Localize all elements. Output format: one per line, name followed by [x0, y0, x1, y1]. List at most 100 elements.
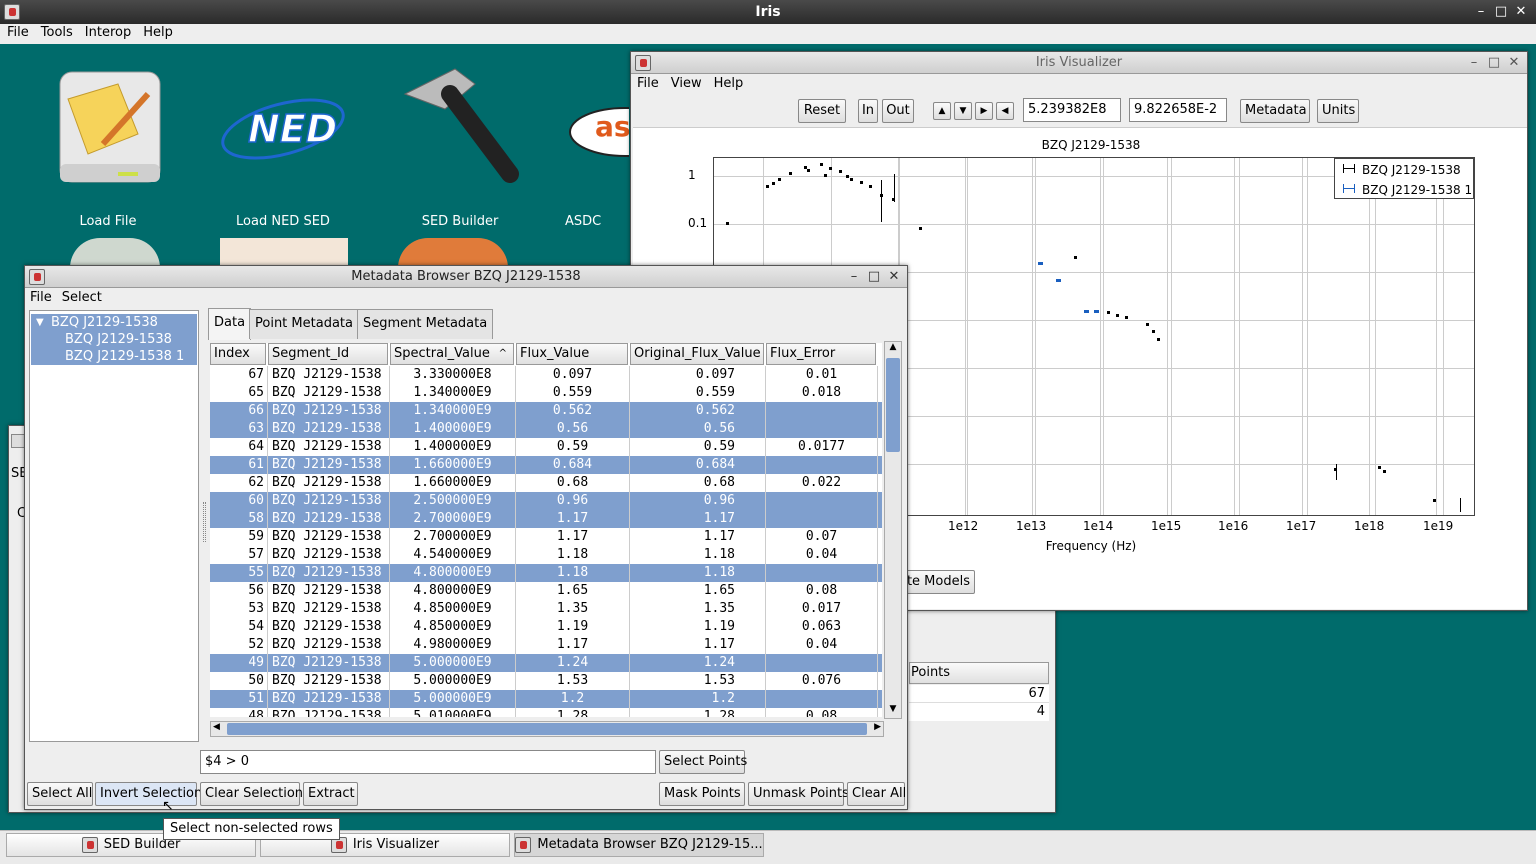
magnifier-icon[interactable]: [70, 238, 160, 268]
scroll-down-icon[interactable]: ▼: [885, 704, 901, 718]
minimize-icon[interactable]: –: [847, 269, 861, 284]
pan-down-button[interactable]: ▼: [954, 102, 972, 120]
table-row[interactable]: 52 BZQ J2129-1538 4.980000E9 1.17 1.17 0.04: [210, 636, 882, 654]
select-all-button[interactable]: Select All: [27, 782, 93, 806]
grid-line: [1234, 158, 1235, 515]
mb-menu-file[interactable]: File: [30, 290, 52, 305]
y-coordinate-field[interactable]: 9.822658E-2: [1129, 98, 1227, 122]
data-point: [829, 167, 832, 170]
vis-menu-file[interactable]: File: [637, 76, 659, 91]
tab-segment-metadata[interactable]: Segment Metadata: [357, 309, 494, 339]
tab-point-metadata[interactable]: Point Metadata: [249, 309, 359, 339]
vertical-scrollbar[interactable]: ▲ ▼: [884, 341, 902, 719]
table-row[interactable]: 51 BZQ J2129-1538 5.000000E9 1.2 1.2: [210, 690, 882, 708]
mask-points-button[interactable]: Mask Points: [659, 782, 745, 806]
table-row[interactable]: 54 BZQ J2129-1538 4.850000E9 1.19 1.19 0.063: [210, 618, 882, 636]
select-points-button[interactable]: Select Points: [659, 750, 747, 774]
mb-menu-select[interactable]: Select: [62, 290, 102, 305]
pan-left-button[interactable]: ◀: [996, 102, 1014, 120]
table-row[interactable]: 63 BZQ J2129-1538 1.400000E9 0.56 0.56: [210, 420, 882, 438]
table-cell-flux: 0.559: [516, 384, 630, 402]
tab-data[interactable]: Data: [208, 308, 252, 340]
scroll-right-icon[interactable]: ▶: [874, 722, 881, 732]
points-column-header[interactable]: Points: [909, 662, 1049, 684]
invert-selection-button[interactable]: Invert Selection: [95, 782, 202, 806]
table-row[interactable]: 60 BZQ J2129-1538 2.500000E9 0.96 0.96: [210, 492, 882, 510]
col-header-spectral-value[interactable]: Spectral_Value ^: [390, 343, 514, 365]
vertical-scroll-thumb[interactable]: [886, 358, 900, 452]
table-row[interactable]: 49 BZQ J2129-1538 5.000000E9 1.24 1.24: [210, 654, 882, 672]
table-cell-flux: 0.562: [516, 402, 630, 420]
table-row[interactable]: 67 BZQ J2129-1538 3.330000E8 0.097 0.097 0.01: [210, 366, 882, 384]
models-button[interactable]: te Models: [901, 570, 975, 594]
horizontal-scroll-thumb[interactable]: [227, 723, 867, 735]
close-icon[interactable]: ✕: [1514, 4, 1528, 19]
load-file-label: Load File: [79, 214, 137, 229]
close-icon[interactable]: ✕: [887, 269, 901, 284]
unmask-points-button[interactable]: Unmask Points: [748, 782, 849, 806]
filter-expression-input[interactable]: $4 > 0: [200, 750, 656, 774]
minimize-icon[interactable]: –: [1474, 4, 1488, 19]
table-row[interactable]: 50 BZQ J2129-1538 5.000000E9 1.53 1.53 0.076: [210, 672, 882, 690]
lifebuoy-icon[interactable]: [398, 238, 508, 268]
pan-right-button[interactable]: ▶: [975, 102, 993, 120]
col-header-flux-error[interactable]: Flux_Error: [766, 343, 876, 365]
col-header-original-flux[interactable]: Original_Flux_Value: [630, 343, 764, 365]
table-row[interactable]: 66 BZQ J2129-1538 1.340000E9 0.562 0.562: [210, 402, 882, 420]
split-pane-divider[interactable]: [203, 502, 206, 542]
load-ned-shortcut[interactable]: NED Load NED SED: [218, 64, 348, 234]
maximize-icon[interactable]: □: [1487, 55, 1501, 70]
menu-help[interactable]: Help: [143, 25, 173, 44]
table-row[interactable]: 61 BZQ J2129-1538 1.660000E9 0.684 0.684: [210, 456, 882, 474]
image-shortcut-icon[interactable]: [220, 238, 348, 268]
col-header-index[interactable]: Index: [210, 343, 266, 365]
maximize-icon[interactable]: □: [867, 269, 881, 284]
table-row[interactable]: 48 BZQ J2129-1538 5.010000E9 1.28 1.28 0.08: [210, 708, 882, 717]
table-row[interactable]: 62 BZQ J2129-1538 1.660000E9 0.68 0.68 0.022: [210, 474, 882, 492]
menu-tools[interactable]: Tools: [41, 25, 73, 44]
zoom-in-button[interactable]: In: [858, 99, 878, 123]
table-row[interactable]: 58 BZQ J2129-1538 2.700000E9 1.17 1.17: [210, 510, 882, 528]
table-row[interactable]: 56 BZQ J2129-1538 4.800000E9 1.65 1.65 0.08: [210, 582, 882, 600]
data-point: [869, 185, 872, 188]
close-icon[interactable]: ✕: [1507, 55, 1521, 70]
grid-line: [1436, 158, 1437, 515]
sed-builder-shortcut[interactable]: SED Builder: [395, 64, 525, 234]
table-row[interactable]: 53 BZQ J2129-1538 4.850000E9 1.35 1.35 0.017: [210, 600, 882, 618]
legend-entry-2: BZQ J2129-1538 1: [1362, 183, 1473, 197]
load-file-shortcut[interactable]: Load File: [48, 64, 168, 234]
col-header-segment-id[interactable]: Segment_Id: [268, 343, 388, 365]
extract-button[interactable]: Extract: [303, 782, 358, 806]
scroll-left-icon[interactable]: ◀: [213, 722, 220, 732]
horizontal-scrollbar[interactable]: ◀ ▶: [210, 721, 884, 737]
table-row[interactable]: 57 BZQ J2129-1538 4.540000E9 1.18 1.18 0.04: [210, 546, 882, 564]
metadata-button[interactable]: Metadata: [1240, 99, 1310, 123]
reset-button[interactable]: Reset: [798, 99, 846, 123]
units-button[interactable]: Units: [1317, 99, 1359, 123]
menu-file[interactable]: File: [7, 25, 29, 44]
clear-selection-button[interactable]: Clear Selection: [200, 782, 303, 806]
table-row[interactable]: 59 BZQ J2129-1538 2.700000E9 1.17 1.17 0.07: [210, 528, 882, 546]
vis-menu-help[interactable]: Help: [714, 76, 744, 91]
x-coordinate-field[interactable]: 5.239382E8: [1023, 98, 1121, 122]
minimize-icon[interactable]: –: [1467, 55, 1481, 70]
tree-child-2[interactable]: BZQ J2129-1538 1: [31, 348, 197, 365]
asdc-shortcut[interactable]: as ASDC: [565, 64, 629, 234]
table-row[interactable]: 65 BZQ J2129-1538 1.340000E9 0.559 0.559 0.01…: [210, 384, 882, 402]
table-row[interactable]: 64 BZQ J2129-1538 1.400000E9 0.59 0.59 0.0177: [210, 438, 882, 456]
maximize-icon[interactable]: □: [1494, 4, 1508, 19]
menu-interop[interactable]: Interop: [85, 25, 131, 44]
pan-up-button[interactable]: ▲: [933, 102, 951, 120]
expand-triangle-icon[interactable]: ▼: [36, 314, 44, 331]
taskbar-metadata-browser-label: Metadata Browser BZQ J2129-15...: [537, 837, 763, 852]
table-row[interactable]: 55 BZQ J2129-1538 4.800000E9 1.18 1.18: [210, 564, 882, 582]
vis-menu-view[interactable]: View: [671, 76, 702, 91]
table-cell-flux: 1.2: [516, 690, 630, 708]
scroll-up-icon[interactable]: ▲: [885, 342, 901, 356]
zoom-out-button[interactable]: Out: [882, 99, 914, 123]
tree-child-1[interactable]: BZQ J2129-1538: [31, 331, 197, 348]
col-header-flux-value[interactable]: Flux_Value: [516, 343, 628, 365]
clear-all-button[interactable]: Clear All: [847, 782, 906, 806]
tree-root-node[interactable]: ▼ BZQ J2129-1538: [31, 314, 197, 331]
taskbar-metadata-browser[interactable]: Metadata Browser BZQ J2129-15...: [514, 833, 764, 857]
